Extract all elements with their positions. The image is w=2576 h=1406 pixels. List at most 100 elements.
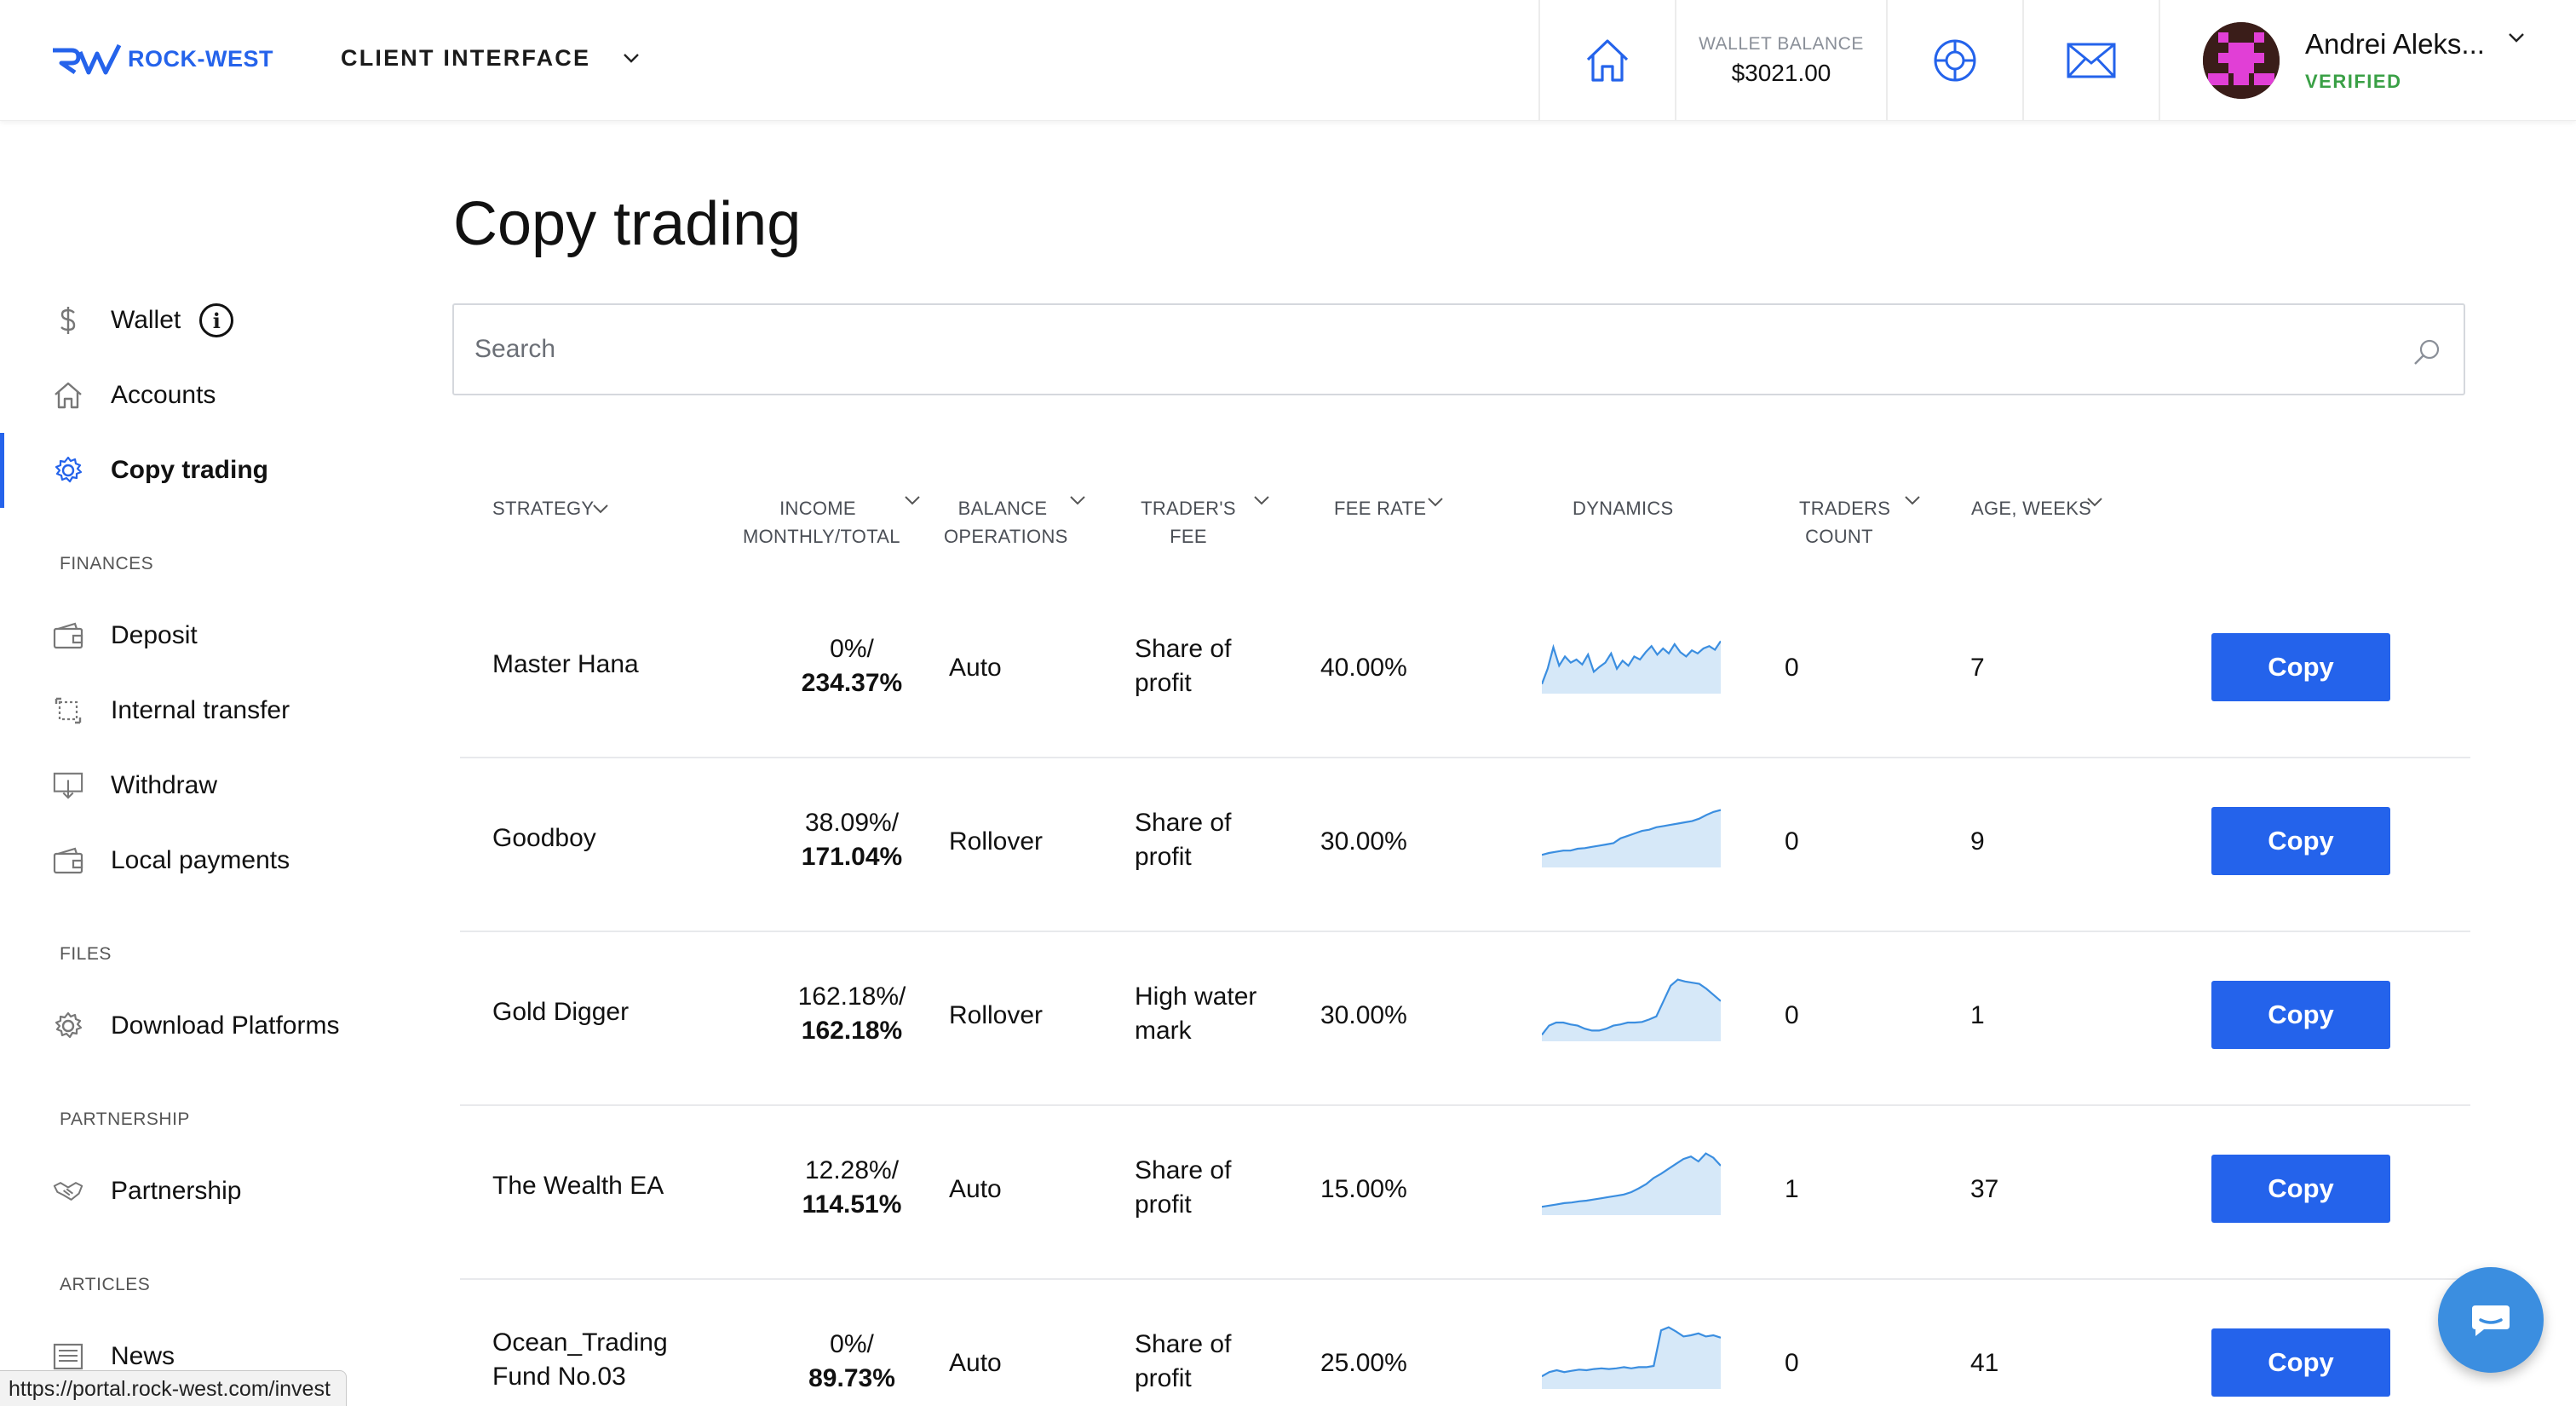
dynamics-sparkline [1542,1326,1721,1389]
age-weeks: 37 [1970,1175,1999,1203]
newspaper-icon [53,1341,83,1372]
support-button[interactable] [1886,0,2022,121]
mail-button[interactable] [2022,0,2159,121]
section-title-finances: FINANCES [60,554,154,573]
sparkline-area [1542,1153,1721,1215]
income-total: 171.04% [801,843,903,871]
sparkline-area [1542,979,1721,1041]
copy-button[interactable]: Copy [2211,633,2390,701]
income-cell: 12.28%/ 114.51% [716,1154,988,1222]
sidebar-item-withdraw[interactable]: Withdraw [0,748,400,823]
strategy-name: Gold Digger [492,998,630,1026]
dynamics-sparkline [1542,640,1721,694]
handshake-icon [53,1176,83,1207]
column-header-income[interactable]: INCOME MONTHLY/TOTAL [743,494,920,550]
column-header-age-weeks[interactable]: AGE, WEEKS [1971,494,2102,522]
column-header-label: DYNAMICS [1573,498,1674,519]
user-menu[interactable]: Andrei Aleks... VERIFIED [2159,0,2576,121]
age-weeks: 1 [1970,1001,1985,1029]
traders-fee: Share of profit [1135,1156,1232,1219]
sidebar-item-copy-trading[interactable]: Copy trading [0,433,400,508]
table-row: Goodboy 38.09%/ 171.04% Rollover Share of… [460,758,2470,932]
copy-button[interactable]: Copy [2211,807,2390,875]
section-title-articles: ARTICLES [60,1275,151,1294]
chat-button[interactable] [2438,1267,2544,1373]
sidebar-item-label: News [111,1342,175,1370]
top-header: ROCK-WEST CLIENT INTERFACE WALLET BALANC… [0,0,2576,121]
sidebar-item-partnership[interactable]: Partnership [0,1154,400,1229]
traders-fee: Share of profit [1135,809,1232,871]
income-cell: 0%/ 234.37% [716,632,988,700]
balance-operations: Rollover [949,827,1044,856]
copy-button[interactable]: Copy [2211,1155,2390,1223]
income-total: 89.73% [808,1364,895,1392]
house-icon [53,380,83,411]
search-input[interactable] [474,335,2349,364]
table-row: The Wealth EA 12.28%/ 114.51% Auto Share … [460,1106,2470,1280]
sidebar-item-label: Internal transfer [111,696,290,724]
sidebar-item-label: Deposit [111,621,198,649]
chevron-down-icon [1428,498,1443,507]
age-weeks: 7 [1970,654,1985,682]
client-interface-dropdown[interactable]: CLIENT INTERFACE [341,43,641,73]
sparkline-area [1542,810,1721,867]
column-header-label: COUNT [1805,526,1873,547]
sidebar-item-download-platforms[interactable]: Download Platforms [0,988,400,1063]
withdraw-icon [53,770,83,801]
search-box [452,303,2465,395]
sidebar: Wallet i Accounts Copy trading FINANCES … [0,121,400,1406]
gear-icon [53,455,83,486]
column-header-traders-count[interactable]: TRADERS COUNT [1799,494,1920,550]
wallet-balance-value: $3021.00 [1731,60,1831,86]
search-icon[interactable] [2412,337,2441,366]
user-name: Andrei Aleks... [2305,28,2485,60]
column-header-label: TRADER'S [1141,498,1236,519]
column-header-balance-operations[interactable]: BALANCE OPERATIONS [944,494,1085,550]
column-header-label: INCOME [779,498,856,519]
column-header-label: TRADERS [1799,498,1891,519]
column-header-label: MONTHLY/TOTAL [743,526,900,547]
traders-fee: High water mark [1135,982,1257,1045]
wallet-balance-label: WALLET BALANCE [1699,34,1864,54]
sidebar-item-deposit[interactable]: Deposit [0,598,400,673]
balance-operations: Rollover [949,1001,1044,1029]
fee-rate: 40.00% [1320,654,1407,682]
sidebar-item-internal-transfer[interactable]: Internal transfer [0,673,400,748]
income-monthly: 162.18%/ [797,982,906,1011]
sidebar-item-label: Local payments [111,846,290,874]
balance-operations: Auto [949,1349,1002,1377]
mail-icon [2067,43,2116,78]
info-icon[interactable]: i [199,303,234,337]
traders-count: 0 [1785,654,1799,682]
column-header-fee-rate[interactable]: FEE RATE [1334,494,1443,522]
income-total: 234.37% [801,669,903,697]
chevron-down-icon [593,504,608,514]
dollar-icon [53,305,83,336]
copy-button[interactable]: Copy [2211,1328,2390,1397]
status-bar-url: https://portal.rock-west.com/invest [0,1370,347,1406]
strategy-name: The Wealth EA [492,1172,664,1200]
rock-west-logo[interactable]: ROCK-WEST [49,37,273,80]
column-header-traders-fee[interactable]: TRADER'S FEE [1138,494,1269,550]
sidebar-item-local-payments[interactable]: Local payments [0,823,400,898]
copy-button[interactable]: Copy [2211,981,2390,1049]
sparkline-area [1542,1327,1721,1389]
column-header-label: FEE RATE [1334,498,1427,519]
column-header-dynamics: DYNAMICS [1573,494,1674,522]
dynamics-sparkline [1542,809,1721,867]
fee-rate: 30.00% [1320,827,1407,856]
chevron-down-icon [2087,498,2102,507]
wallet-in-icon [53,620,83,651]
sidebar-item-wallet[interactable]: Wallet i [0,283,400,358]
section-title-files: FILES [60,944,112,964]
support-icon [1934,39,1976,82]
logo-mark-icon [53,43,122,75]
income-monthly: 0%/ [830,1330,874,1358]
sidebar-item-accounts[interactable]: Accounts [0,358,400,433]
chevron-down-icon [624,54,640,63]
column-header-strategy[interactable]: STRATEGY [492,494,608,522]
table-row: Ocean_Trading Fund No.03 0%/ 89.73% Auto S… [460,1280,2470,1406]
fee-rate: 25.00% [1320,1349,1407,1377]
home-button[interactable] [1538,0,1675,121]
wallet-balance[interactable]: WALLET BALANCE $3021.00 [1675,0,1886,121]
